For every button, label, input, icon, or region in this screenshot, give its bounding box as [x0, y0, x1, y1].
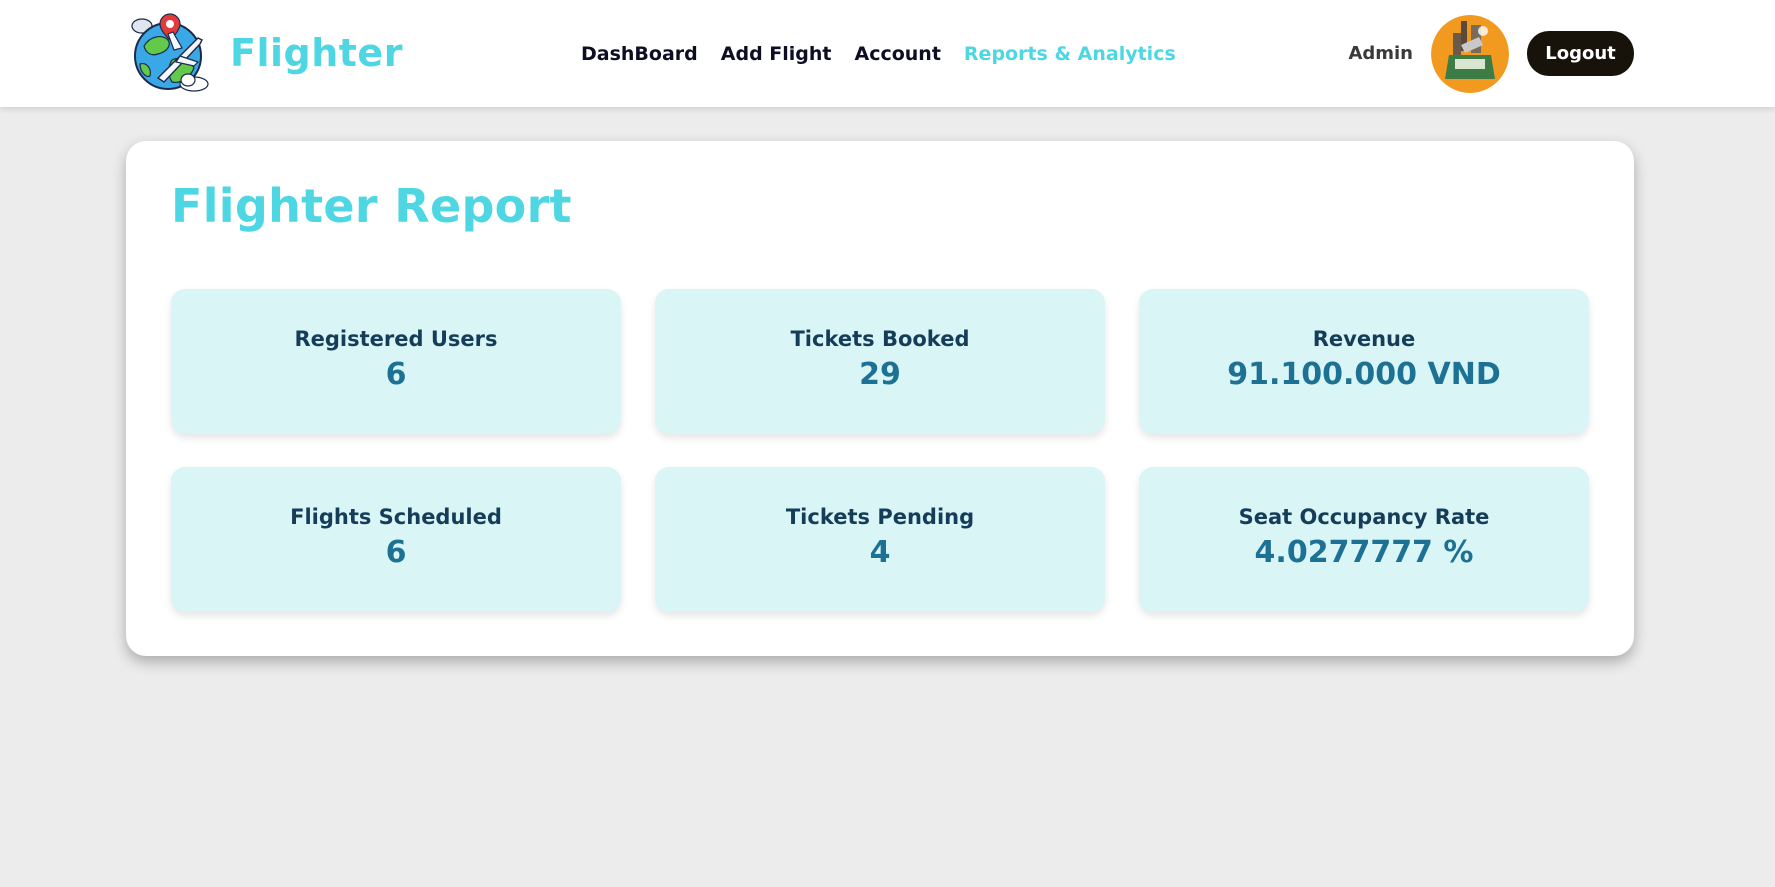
stat-value: 29 [859, 357, 901, 392]
stat-label: Flights Scheduled [290, 505, 502, 529]
user-area: Admin Logout [1348, 14, 1634, 93]
globe-airplane-logo-icon [131, 13, 209, 92]
top-navbar: Flighter DashBoard Add Flight Account Re… [0, 0, 1775, 107]
report-card: Flighter Report Registered Users 6 Ticke… [126, 141, 1634, 656]
user-role-label: Admin [1348, 43, 1413, 64]
stat-card-tickets-booked: Tickets Booked 29 [655, 289, 1105, 434]
page-title: Flighter Report [171, 179, 572, 233]
stat-label: Tickets Booked [790, 327, 970, 351]
stat-label: Revenue [1312, 327, 1416, 351]
stat-card-seat-occupancy-rate: Seat Occupancy Rate 4.0277777 % [1139, 467, 1589, 612]
stat-label: Seat Occupancy Rate [1238, 505, 1490, 529]
stats-grid: Registered Users 6 Tickets Booked 29 Rev… [171, 289, 1589, 612]
main-nav: DashBoard Add Flight Account Reports & A… [581, 40, 1176, 68]
avatar-image [1431, 14, 1509, 93]
stat-label: Registered Users [294, 327, 498, 351]
stat-value: 6 [385, 357, 407, 392]
nav-link-dashboard[interactable]: DashBoard [581, 43, 698, 65]
user-avatar-icon[interactable] [1431, 14, 1509, 93]
stat-card-tickets-pending: Tickets Pending 4 [655, 467, 1105, 612]
nav-link-add-flight[interactable]: Add Flight [721, 43, 832, 65]
stat-card-revenue: Revenue 91.100.000 VND [1139, 289, 1589, 434]
stat-label: Tickets Pending [785, 505, 975, 529]
nav-link-account[interactable]: Account [855, 43, 941, 65]
brand[interactable]: Flighter [128, 12, 403, 94]
stat-card-flights-scheduled: Flights Scheduled 6 [171, 467, 621, 612]
stat-value: 6 [385, 535, 407, 570]
logout-button[interactable]: Logout [1527, 31, 1634, 76]
brand-name: Flighter [230, 31, 403, 75]
stat-card-registered-users: Registered Users 6 [171, 289, 621, 434]
stat-value: 4.0277777 % [1254, 535, 1474, 570]
stat-value: 91.100.000 VND [1227, 357, 1501, 392]
nav-link-reports-analytics[interactable]: Reports & Analytics [964, 43, 1176, 65]
stat-value: 4 [869, 535, 891, 570]
